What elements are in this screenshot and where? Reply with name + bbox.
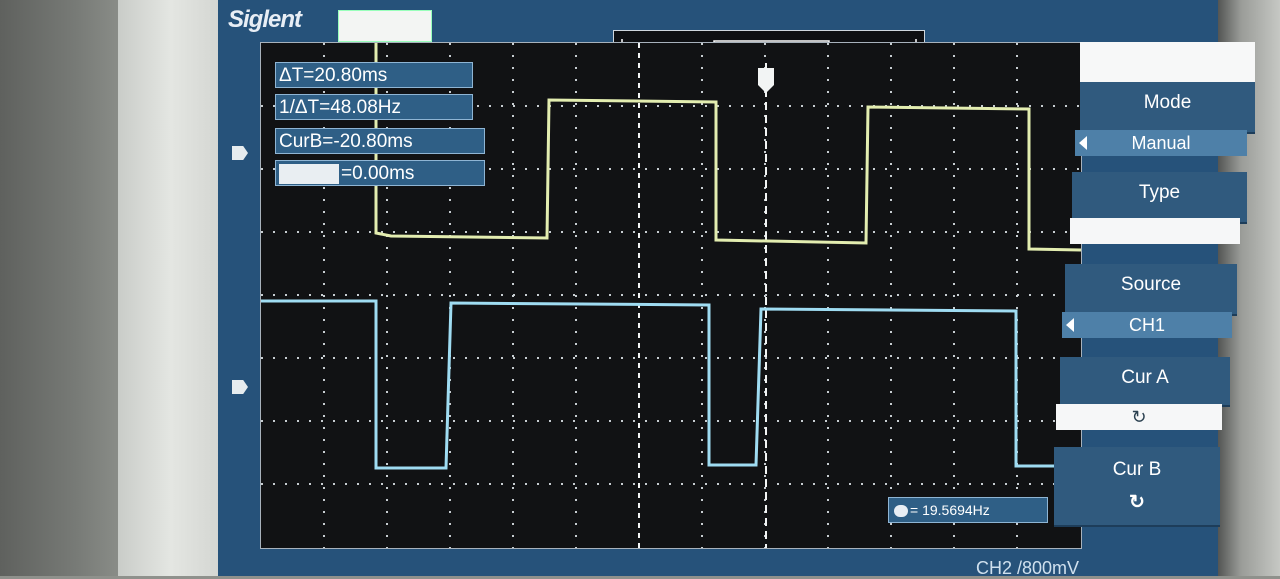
run-status-indicator: [338, 10, 432, 42]
inverse-delta-t-readout: 1/ΔT=48.08Hz: [275, 94, 473, 120]
type-softkey[interactable]: Type: [1072, 172, 1247, 224]
delta-t-readout: ΔT=20.80ms: [275, 62, 473, 88]
cur-a-knob-indicator[interactable]: ↻: [1056, 404, 1222, 430]
type-value[interactable]: [1070, 218, 1240, 244]
cursor-readout-panel: ΔT=20.80ms 1/ΔT=48.08Hz CurB=-20.80ms =0…: [275, 60, 487, 192]
menu-title-bar: [1080, 42, 1255, 82]
mode-value-label: Manual: [1131, 133, 1191, 153]
cur-b-softkey[interactable]: Cur B ↻: [1054, 447, 1220, 527]
source-value[interactable]: CH1: [1062, 312, 1232, 338]
cursor-a-readout: =0.00ms: [275, 160, 485, 186]
select-arrow-icon: [1079, 136, 1087, 150]
rotate-knob-icon: ↻: [1131, 407, 1147, 427]
trigger-position-marker: [758, 68, 774, 93]
source-softkey[interactable]: Source: [1065, 264, 1237, 316]
cursor-a-label-highlight: [279, 163, 339, 184]
oscilloscope-bezel-left: [0, 0, 125, 576]
oscilloscope-frame: [118, 0, 223, 576]
mode-softkey[interactable]: Mode: [1080, 82, 1255, 134]
cur-b-label: Cur B: [1112, 459, 1162, 480]
counter-icon: [894, 505, 908, 518]
cursor-b-readout: CurB=-20.80ms: [275, 128, 485, 154]
source-value-label: CH1: [1128, 315, 1165, 335]
mode-value[interactable]: Manual: [1075, 130, 1247, 156]
rotate-knob-icon: ↻: [1129, 492, 1145, 513]
ch2-waveform: [261, 299, 1081, 470]
frequency-counter: = 19.5694Hz: [888, 497, 1048, 523]
cursor-a-value: =0.00ms: [341, 163, 415, 184]
cur-a-softkey[interactable]: Cur A: [1060, 357, 1230, 407]
cursor-softkey-menu: Mode Manual Type Source CH1 Cur A ↻ Cur …: [1054, 82, 1255, 576]
select-arrow-icon: [1066, 318, 1074, 332]
brand-logo: Siglent: [228, 6, 302, 33]
frequency-value: = 19.5694Hz: [910, 502, 990, 518]
